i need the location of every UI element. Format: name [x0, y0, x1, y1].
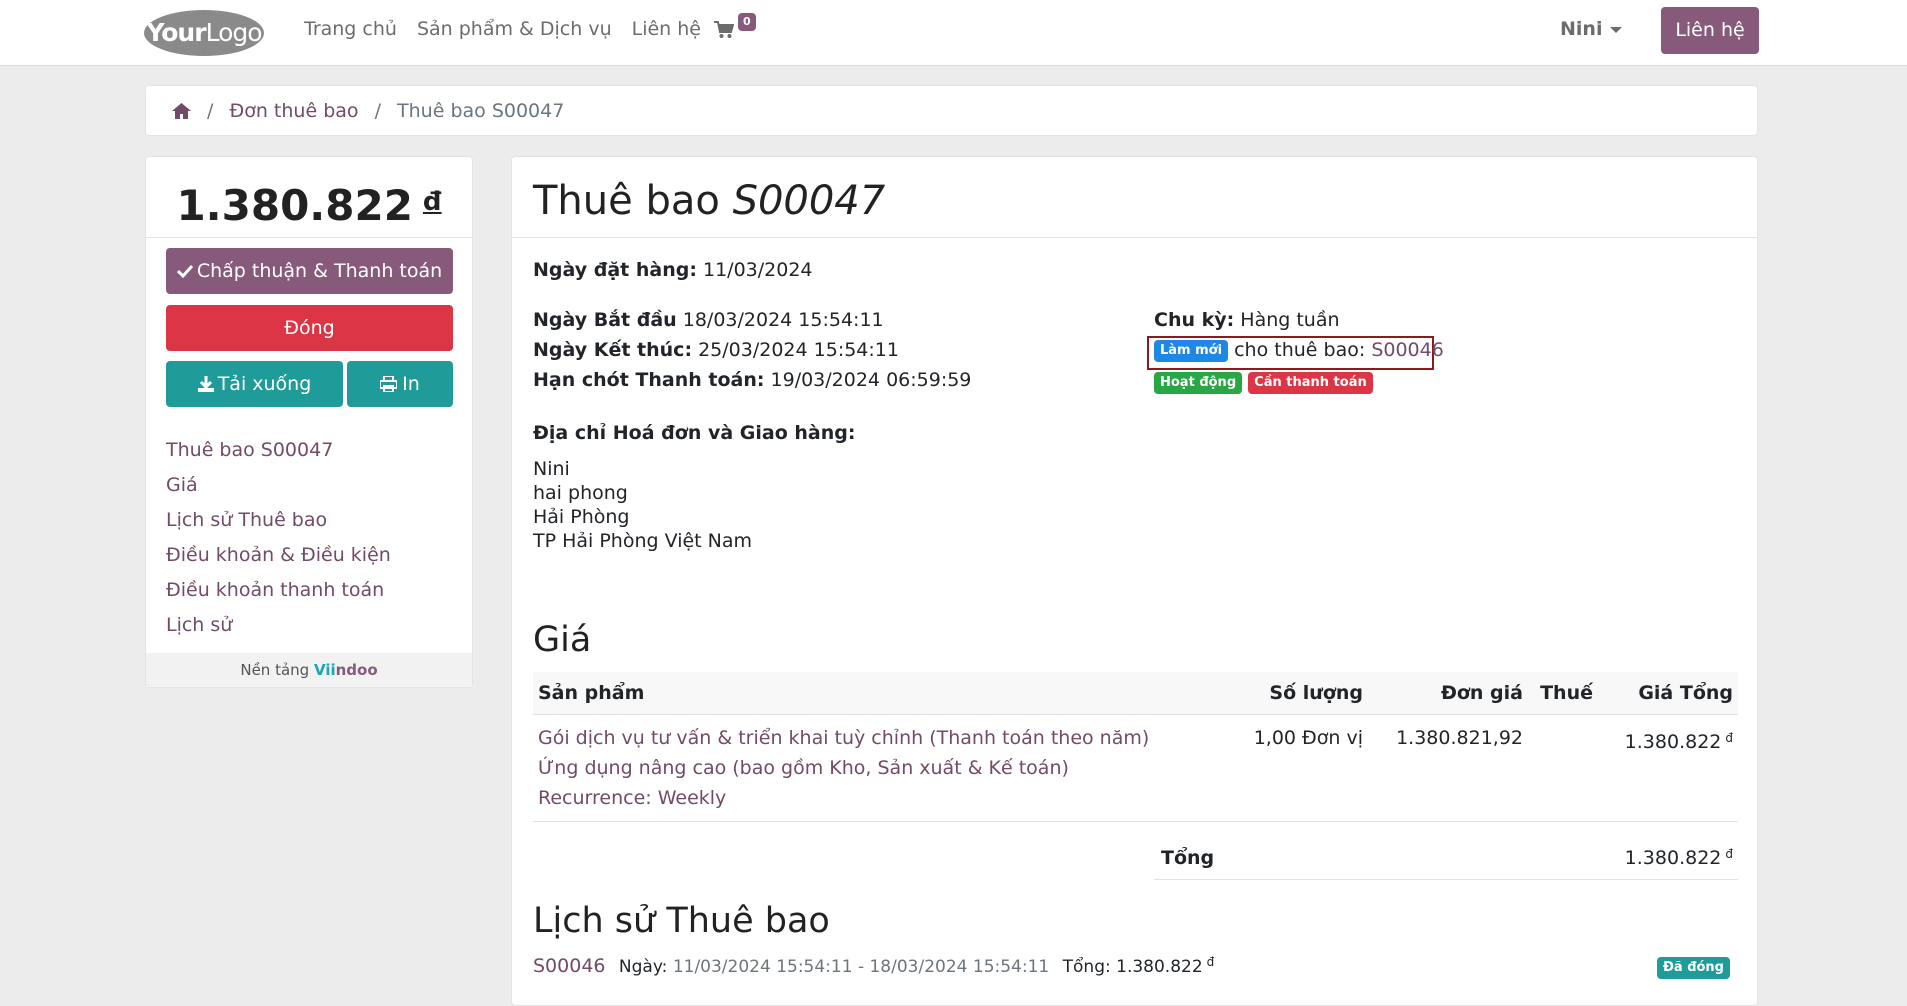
table-header-row: Sản phẩm Số lượng Đơn giá Thuế Giá Tổng	[533, 672, 1738, 715]
address-line: TP Hải Phòng Việt Nam	[533, 530, 753, 552]
breadcrumb-separator: /	[374, 100, 381, 122]
history-total-value: 1.380.822	[1116, 957, 1203, 977]
payment-due-date: Hạn chót Thanh toán: 19/03/2024 06:59:59	[533, 369, 972, 391]
home-icon[interactable]	[172, 103, 191, 119]
address-label: Địa chỉ Hoá đơn và Giao hàng:	[533, 422, 856, 444]
product-description[interactable]: Gói dịch vụ tư vấn & triển khai tuỳ chỉn…	[533, 714, 1208, 822]
history-total-label: Tổng:	[1062, 957, 1111, 977]
subscription-panel: Thuê bao S00047 Ngày đặt hàng: 11/03/202…	[511, 156, 1758, 1006]
nav-contact-link[interactable]: Liên hệ	[632, 18, 701, 40]
col-tax: Thuế	[1528, 672, 1598, 715]
status-badges: Hoạt động Cần thanh toán	[1154, 371, 1373, 394]
accept-and-pay-button[interactable]: Chấp thuận & Thanh toán	[166, 248, 453, 294]
sidebar-panel: 1.380.822 đ Chấp thuận & Thanh toán Đóng …	[145, 156, 473, 688]
history-date-label: Ngày:	[618, 957, 668, 977]
nav-products-link[interactable]: Sản phẩm & Dịch vụ	[417, 18, 612, 40]
address-line: Nini	[533, 458, 570, 480]
row-quantity: 1,00 Đơn vị	[1208, 714, 1368, 822]
prices-table: Sản phẩm Số lượng Đơn giá Thuế Giá Tổng …	[533, 672, 1738, 822]
prices-heading: Giá	[533, 620, 592, 660]
cart-count-badge: 0	[738, 13, 756, 31]
cart-button[interactable]: 0	[714, 13, 756, 44]
grand-total-row: Tổng 1.380.822 đ	[1154, 837, 1738, 880]
address-block: Nini hai phong Hải Phòng TP Hải Phòng Vi…	[533, 457, 752, 553]
order-date: Ngày đặt hàng: 11/03/2024	[533, 259, 813, 281]
top-navbar: YourLogo Trang chủ Sản phẩm & Dịch vụ Li…	[0, 0, 1907, 66]
address-line: hai phong	[533, 482, 628, 504]
powered-logo[interactable]: Viindoo	[314, 661, 378, 679]
sidebar-link-subscription-history[interactable]: Lịch sử Thuê bao	[166, 503, 391, 538]
history-ref-link[interactable]: S00046	[533, 955, 606, 977]
breadcrumb-separator: /	[207, 100, 214, 122]
powered-prefix: Nền tảng	[240, 661, 310, 679]
sidebar-link-prices[interactable]: Giá	[166, 468, 391, 503]
download-icon	[197, 376, 214, 392]
col-product: Sản phẩm	[533, 672, 1208, 715]
row-unit-price: 1.380.821,92	[1368, 714, 1528, 822]
breadcrumb-current: Thuê bao S00047	[397, 100, 565, 122]
sidebar-link-terms[interactable]: Điều khoản & Điều kiện	[166, 538, 391, 573]
main-nav: Trang chủ Sản phẩm & Dịch vụ Liên hệ	[304, 18, 701, 40]
company-logo[interactable]: YourLogo	[144, 10, 264, 56]
renewal-subscription-link[interactable]: S00046	[1371, 339, 1444, 361]
amount-value: 1.380.822	[176, 181, 413, 230]
breadcrumb-subscriptions-link[interactable]: Đơn thuê bao	[230, 100, 359, 122]
title-ref: S00047	[732, 178, 886, 224]
status-badge-active: Hoạt động	[1154, 372, 1243, 394]
history-currency: đ	[1206, 955, 1215, 969]
col-unit-price: Đơn giá	[1368, 672, 1528, 715]
print-label: In	[402, 373, 420, 395]
history-heading: Lịch sử Thuê bao	[533, 901, 830, 941]
page-title: Thuê bao S00047	[512, 157, 1757, 238]
nav-home-link[interactable]: Trang chủ	[304, 18, 397, 40]
cart-icon	[714, 21, 734, 38]
start-date: Ngày Bắt đầu 18/03/2024 15:54:11	[533, 309, 884, 331]
table-row: Gói dịch vụ tư vấn & triển khai tuỳ chỉn…	[533, 714, 1738, 822]
address-line: Hải Phòng	[533, 506, 630, 528]
amount-currency: đ	[422, 187, 442, 217]
download-label: Tải xuống	[217, 373, 312, 395]
close-subscription-button[interactable]: Đóng	[166, 305, 453, 351]
sidebar-link-subscription[interactable]: Thuê bao S00047	[166, 433, 391, 468]
renewal-info: Làm mới cho thuê bao: S00046	[1154, 339, 1444, 362]
accept-label: Chấp thuận & Thanh toán	[196, 260, 443, 282]
row-total: 1.380.822 đ	[1598, 714, 1738, 822]
total-label: Tổng	[1161, 847, 1215, 869]
renew-badge: Làm mới	[1154, 340, 1229, 362]
user-name: Nini	[1560, 18, 1603, 40]
contact-button[interactable]: Liên hệ	[1661, 7, 1759, 54]
breadcrumb: / Đơn thuê bao / Thuê bao S00047	[145, 85, 1758, 136]
billing-cycle: Chu kỳ: Hàng tuần	[1154, 309, 1340, 331]
caret-down-icon	[1610, 26, 1623, 33]
history-status-badge: Đã đóng	[1657, 957, 1730, 979]
powered-by: Nền tảng Viindoo	[146, 653, 472, 687]
row-tax	[1528, 714, 1598, 822]
print-button[interactable]: In	[347, 361, 453, 407]
history-row: S00046 Ngày: 11/03/2024 15:54:11 - 18/03…	[533, 955, 1738, 979]
col-total: Giá Tổng	[1598, 672, 1738, 715]
end-date: Ngày Kết thúc: 25/03/2024 15:54:11	[533, 339, 899, 361]
status-badge-payment: Cần thanh toán	[1248, 372, 1373, 394]
sidebar-nav: Thuê bao S00047 Giá Lịch sử Thuê bao Điề…	[166, 433, 391, 643]
sidebar-link-history[interactable]: Lịch sử	[166, 608, 391, 643]
user-dropdown[interactable]: Nini	[1560, 18, 1623, 40]
sidebar-amount: 1.380.822 đ	[146, 157, 472, 238]
sidebar-link-payment-terms[interactable]: Điều khoản thanh toán	[166, 573, 391, 608]
history-date-range: 11/03/2024 15:54:11 - 18/03/2024 15:54:1…	[672, 957, 1050, 977]
print-icon	[379, 375, 399, 393]
check-icon	[176, 264, 193, 279]
col-quantity: Số lượng	[1208, 672, 1368, 715]
total-value: 1.380.822 đ	[1624, 847, 1733, 869]
download-button[interactable]: Tải xuống	[166, 361, 343, 407]
